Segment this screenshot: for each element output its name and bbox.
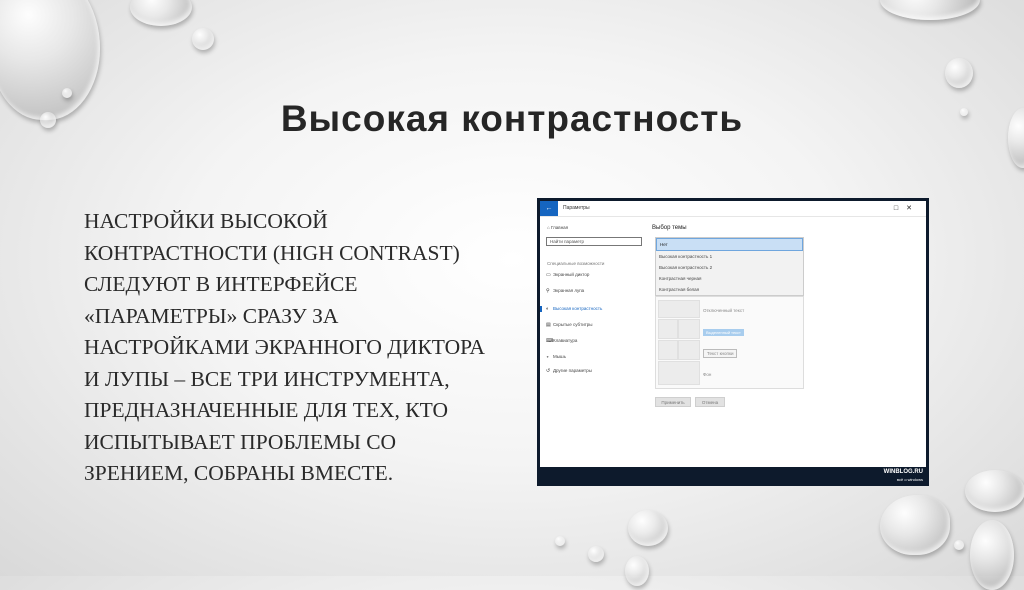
slide-title: Высокая контрастность — [280, 98, 744, 139]
sidebar-item-label: Экранный диктор — [553, 272, 590, 277]
watermark-sub: всё о windows — [896, 477, 923, 482]
water-drop — [965, 470, 1024, 512]
apply-button[interactable]: Применить — [655, 397, 691, 407]
settings-sidebar: ⌂ Главная Найти параметр Специальные воз… — [539, 217, 645, 467]
sidebar-item-captions[interactable]: ▤ Скрытые субтитры — [546, 321, 593, 329]
mouse-icon: ∘ — [546, 354, 550, 360]
water-drop — [625, 556, 649, 586]
theme-dropdown[interactable]: Нет Высокая контрастность 1 Высокая конт… — [655, 237, 804, 296]
sidebar-item-narrator[interactable]: ▭ Экранный диктор — [546, 271, 589, 279]
back-arrow-icon[interactable]: ← — [540, 201, 558, 216]
water-drop — [192, 28, 214, 50]
watermark: WINBLOG.RU всё о windows — [884, 469, 923, 483]
preview-swatch — [658, 340, 678, 360]
cancel-button[interactable]: Отмена — [695, 397, 725, 407]
window-controls[interactable]: □✕ — [894, 204, 920, 212]
slide-body-text: Настройки высокой контрастности (High Co… — [84, 209, 485, 485]
search-input[interactable]: Найти параметр — [546, 237, 642, 246]
preview-button-text: Текст кнопки — [703, 349, 738, 358]
theme-option[interactable]: Нет — [656, 238, 803, 251]
water-drop — [130, 0, 192, 26]
sidebar-item-label: Высокая контрастность — [553, 306, 603, 311]
preview-highlight-text: Выделенный текст — [703, 329, 744, 336]
captions-icon: ▤ — [546, 322, 551, 328]
watermark-main: WINBLOG.RU — [883, 469, 923, 475]
narrator-icon: ▭ — [546, 272, 551, 278]
window-title: Параметры — [563, 205, 590, 211]
water-drop — [880, 495, 950, 555]
theme-option[interactable]: Высокая контрастность 1 — [656, 251, 803, 262]
sidebar-item-label: Экранная лупа — [553, 288, 585, 293]
preview-background-text: Фон — [703, 372, 712, 377]
sidebar-item-label: Мышь — [553, 354, 566, 359]
sidebar-group-label: Специальные возможности — [547, 261, 605, 266]
preview-swatch — [658, 319, 678, 339]
sidebar-item-label: Другие параметры — [553, 368, 592, 373]
theme-option[interactable]: Контрастная черная — [656, 273, 803, 284]
preview-disabled-text: Отключенный текст — [703, 308, 745, 313]
preview-swatch — [658, 361, 700, 385]
home-label: Главная — [550, 225, 569, 230]
preview-swatch — [678, 319, 700, 339]
theme-option[interactable]: Высокая контрастность 2 — [656, 262, 803, 273]
sidebar-item-keyboard[interactable]: ⌨Клавиатура — [546, 337, 577, 345]
theme-preview: Отключенный текст Выделенный текст Текст… — [655, 296, 804, 389]
contrast-icon: ◐ — [546, 306, 550, 312]
sidebar-item-mouse[interactable]: ∘ Мышь — [546, 353, 566, 361]
sidebar-item-other[interactable]: ↺ Другие параметры — [546, 367, 592, 375]
water-drop — [628, 510, 668, 546]
settings-window: ← Параметры □✕ ⌂ Главная Найти параметр … — [539, 201, 926, 467]
sidebar-item-label: Скрытые субтитры — [553, 322, 593, 327]
sidebar-item-label: Клавиатура — [553, 338, 578, 343]
water-drop — [945, 58, 973, 88]
water-drop — [588, 546, 604, 562]
water-drop — [954, 540, 964, 550]
main-heading: Выбор темы — [652, 225, 687, 231]
settings-screenshot: ← Параметры □✕ ⌂ Главная Найти параметр … — [537, 198, 929, 486]
theme-option[interactable]: Контрастная белая — [656, 284, 803, 295]
preview-swatch — [658, 300, 700, 318]
magnifier-icon: ⚲ — [546, 288, 550, 294]
sidebar-item-high-contrast[interactable]: ◐ Высокая контрастность — [539, 305, 603, 313]
sidebar-item-magnifier[interactable]: ⚲ Экранная лупа — [546, 287, 584, 295]
other-icon: ↺ — [546, 368, 551, 374]
water-drop — [970, 520, 1014, 590]
water-drop — [880, 0, 980, 20]
window-titlebar: ← Параметры □✕ — [540, 201, 926, 217]
sidebar-home[interactable]: ⌂ Главная — [547, 225, 568, 230]
water-drop — [62, 88, 72, 98]
keyboard-icon: ⌨ — [546, 338, 554, 344]
settings-main: Выбор темы Нет Высокая контрастность 1 В… — [652, 217, 922, 467]
home-icon: ⌂ — [547, 225, 550, 230]
water-drop — [555, 536, 565, 546]
preview-swatch — [678, 340, 700, 360]
